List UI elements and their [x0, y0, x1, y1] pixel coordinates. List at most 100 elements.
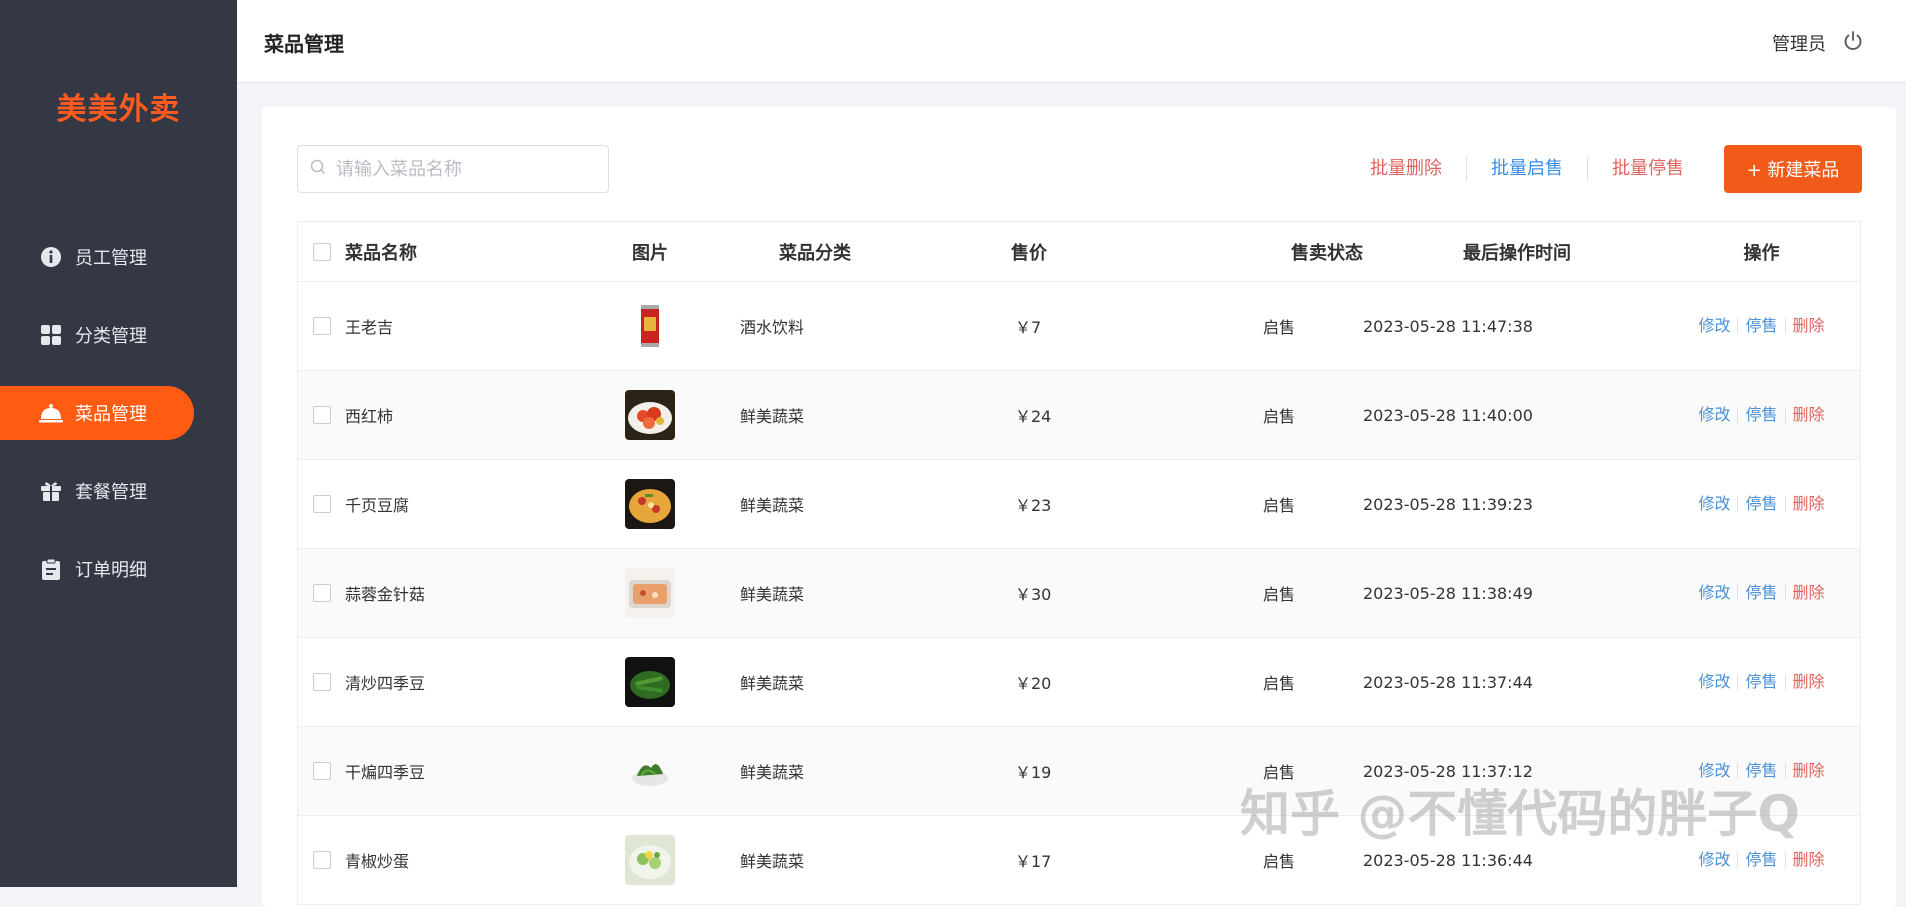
dish-status: 启售: [1263, 674, 1296, 693]
disable-link[interactable]: 停售: [1738, 407, 1786, 423]
sidebar-item-label: 套餐管理: [75, 482, 147, 503]
dish-category: 鲜美蔬菜: [740, 674, 805, 693]
disable-link[interactable]: 停售: [1738, 674, 1786, 690]
dish-category: 鲜美蔬菜: [740, 585, 805, 604]
row-checkbox[interactable]: [312, 762, 331, 780]
disable-link[interactable]: 停售: [1738, 585, 1786, 601]
delete-link[interactable]: 删除: [1786, 585, 1832, 601]
row-checkbox[interactable]: [312, 495, 331, 513]
dish-category: 鲜美蔬菜: [740, 763, 805, 782]
delete-link[interactable]: 删除: [1786, 318, 1832, 334]
sidebar-item-orders[interactable]: 订单明细: [0, 542, 237, 596]
sidebar: 美美外卖 员工管理 分类管理 菜品管理 套餐管理 订单明细: [0, 0, 237, 887]
dish-image: [625, 390, 675, 440]
search-box[interactable]: [297, 145, 609, 193]
grid-icon: [39, 323, 63, 347]
dish-update-time: 2023-05-28 11:36:44: [1363, 850, 1533, 870]
clipboard-icon: [39, 557, 63, 581]
dish-image: [625, 568, 675, 618]
batch-disable-button[interactable]: 批量停售: [1588, 157, 1708, 181]
table-row: 千页豆腐 鲜美蔬菜 ￥23 启售 2023-05-28 11:39:23 修改 …: [298, 460, 1860, 549]
sidebar-item-dishes[interactable]: 菜品管理: [0, 386, 237, 440]
dish-price: ￥7: [1015, 318, 1042, 337]
watermark-text: 知乎 @不懂代码的胖子Q: [1240, 785, 1800, 843]
sidebar-item-label: 分类管理: [75, 326, 147, 347]
table-row: 蒜蓉金针菇 鲜美蔬菜 ￥30 启售 2023-05-28 11:38:49 修改…: [298, 549, 1860, 638]
edit-link[interactable]: 修改: [1691, 585, 1739, 601]
dish-status: 启售: [1263, 496, 1296, 515]
delete-link[interactable]: 删除: [1786, 407, 1832, 423]
table-header: 菜品名称 图片 菜品分类 售价 售卖状态 最后操作时间 操作: [298, 222, 1860, 282]
edit-link[interactable]: 修改: [1691, 674, 1739, 690]
edit-link[interactable]: 修改: [1691, 318, 1739, 334]
column-header: 菜品名称: [345, 242, 417, 264]
column-header: 菜品分类: [779, 242, 851, 264]
user-info-icon: [39, 245, 63, 269]
edit-link[interactable]: 修改: [1691, 407, 1739, 423]
dish-name: 千页豆腐: [345, 496, 410, 515]
power-icon[interactable]: [1842, 30, 1864, 52]
app-logo: 美美外卖: [56, 92, 181, 127]
dish-status: 启售: [1263, 318, 1296, 337]
select-all-checkbox[interactable]: [312, 242, 331, 261]
dish-category: 鲜美蔬菜: [740, 852, 805, 871]
sidebar-nav: 员工管理 分类管理 菜品管理 套餐管理 订单明细: [0, 230, 237, 620]
batch-delete-button[interactable]: 批量删除: [1346, 157, 1467, 181]
row-checkbox[interactable]: [312, 673, 331, 691]
dish-price: ￥23: [1015, 496, 1052, 515]
column-header: 售价: [1011, 242, 1047, 264]
dish-name: 王老吉: [345, 318, 394, 337]
dish-name: 干煸四季豆: [345, 763, 426, 782]
row-checkbox[interactable]: [312, 317, 331, 335]
row-checkbox[interactable]: [312, 851, 331, 869]
dish-name: 清炒四季豆: [345, 674, 426, 693]
sidebar-item-employees[interactable]: 员工管理: [0, 230, 237, 284]
dish-image: [625, 301, 675, 351]
dish-update-time: 2023-05-28 11:47:38: [1363, 316, 1533, 336]
disable-link[interactable]: 停售: [1738, 496, 1786, 512]
dish-price: ￥20: [1015, 674, 1052, 693]
sidebar-item-combos[interactable]: 套餐管理: [0, 464, 237, 518]
search-icon: [310, 159, 326, 179]
dish-status: 启售: [1263, 585, 1296, 604]
dish-image: [625, 657, 675, 707]
sidebar-item-categories[interactable]: 分类管理: [0, 308, 237, 362]
dish-name: 蒜蓉金针菇: [345, 585, 426, 604]
row-checkbox[interactable]: [312, 406, 331, 424]
edit-link[interactable]: 修改: [1691, 496, 1739, 512]
dish-category: 酒水饮料: [740, 318, 805, 337]
dish-category: 鲜美蔬菜: [740, 496, 805, 515]
sidebar-item-label: 菜品管理: [75, 404, 147, 425]
dish-image: [625, 746, 675, 796]
dish-update-time: 2023-05-28 11:40:00: [1363, 405, 1533, 425]
dish-update-time: 2023-05-28 11:38:49: [1363, 583, 1533, 603]
delete-link[interactable]: 删除: [1786, 674, 1832, 690]
toolbar-actions: 批量删除 批量启售 批量停售 + 新建菜品: [1346, 145, 1862, 193]
dish-category: 鲜美蔬菜: [740, 407, 805, 426]
gift-icon: [39, 479, 63, 503]
dish-price: ￥19: [1015, 763, 1052, 782]
disable-link[interactable]: 停售: [1738, 318, 1786, 334]
dish-cover-icon: [39, 401, 63, 425]
batch-enable-button[interactable]: 批量启售: [1467, 157, 1588, 181]
sidebar-item-label: 订单明细: [75, 560, 147, 581]
delete-link[interactable]: 删除: [1786, 852, 1832, 868]
delete-link[interactable]: 删除: [1786, 496, 1832, 512]
edit-link[interactable]: 修改: [1691, 852, 1739, 868]
column-header: 操作: [1743, 242, 1780, 264]
dish-update-time: 2023-05-28 11:39:23: [1363, 494, 1533, 514]
new-dish-button[interactable]: + 新建菜品: [1724, 145, 1862, 193]
disable-link[interactable]: 停售: [1738, 852, 1786, 868]
dish-name: 西红柿: [345, 407, 394, 426]
table-row: 王老吉 酒水饮料 ￥7 启售 2023-05-28 11:47:38 修改 停售…: [298, 282, 1860, 371]
dish-status: 启售: [1263, 852, 1296, 871]
search-input[interactable]: [334, 157, 598, 181]
dish-image: [625, 479, 675, 529]
row-checkbox[interactable]: [312, 584, 331, 602]
user-name[interactable]: 管理员: [1772, 30, 1826, 56]
table-row: 清炒四季豆 鲜美蔬菜 ￥20 启售 2023-05-28 11:37:44 修改…: [298, 638, 1860, 727]
dish-image: [625, 835, 675, 885]
page-title: 菜品管理: [264, 32, 344, 56]
column-header: 最后操作时间: [1463, 242, 1571, 264]
dish-status: 启售: [1263, 407, 1296, 426]
